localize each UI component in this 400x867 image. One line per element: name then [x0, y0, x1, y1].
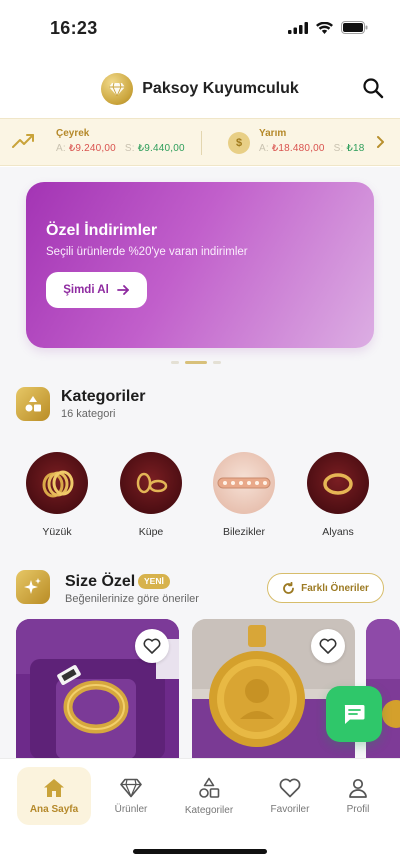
- new-badge: YENİ: [138, 574, 170, 589]
- ring-stack-icon: [42, 470, 74, 498]
- categories-section-icon: [16, 387, 50, 421]
- nav-label: Ana Sayfa: [29, 803, 79, 815]
- arrow-right-icon: [116, 285, 129, 295]
- chevron-right-icon[interactable]: [376, 135, 386, 149]
- shapes-icon: [199, 777, 220, 798]
- category-label: Alyans: [322, 526, 354, 538]
- user-icon: [349, 778, 367, 798]
- nav-categories[interactable]: Kategoriler: [172, 767, 246, 825]
- nav-label: Profil: [346, 803, 370, 815]
- category-image: [26, 452, 88, 514]
- search-icon: [363, 78, 384, 99]
- ticker-prices: A: ₺18.480,00 S: ₺18: [259, 143, 365, 154]
- favorite-button[interactable]: [311, 629, 345, 663]
- other-suggestions-label: Farklı Öneriler: [301, 582, 369, 594]
- sell-price: ₺18: [346, 143, 365, 154]
- banner-subtitle: Seçili ürünlerde %20'ye varan indirimler: [46, 246, 248, 258]
- ticker-name: Yarım: [259, 128, 287, 139]
- carousel-indicator: [171, 361, 221, 364]
- category-label: Yüzük: [42, 526, 72, 538]
- sell-label: S:: [124, 143, 135, 154]
- category-label: Bilezikler: [222, 526, 265, 538]
- banner-title: Özel İndirimler: [46, 222, 158, 239]
- heart-icon: [279, 778, 301, 797]
- product-card[interactable]: [16, 619, 179, 759]
- sell-price: ₺9.440,00: [137, 143, 185, 154]
- earring-icon: [136, 472, 168, 494]
- category-image: [307, 452, 369, 514]
- home-icon: [44, 778, 64, 797]
- diamond-logo-icon: [109, 82, 126, 96]
- carousel-dot-active[interactable]: [185, 361, 207, 364]
- nav-profile[interactable]: Profil: [321, 767, 395, 825]
- promo-banner[interactable]: Özel İndirimler Seçili ürünlerde %20'ye …: [26, 182, 374, 348]
- nav-home[interactable]: Ana Sayfa: [17, 767, 91, 825]
- shop-now-button[interactable]: Şimdi Al: [46, 272, 147, 308]
- recommendations-title: Size Özel: [65, 573, 136, 590]
- nav-label: Favoriler: [270, 803, 310, 815]
- refresh-icon: [283, 581, 294, 594]
- ticker-name: Çeyrek: [56, 128, 90, 139]
- brand-name: Paksoy Kuyumculuk: [142, 80, 299, 97]
- categories-title: Kategoriler: [61, 388, 146, 405]
- category-item-yuzuk[interactable]: Yüzük: [17, 452, 97, 538]
- ticker-divider: [201, 131, 202, 155]
- carousel-dot[interactable]: [213, 361, 221, 364]
- heart-icon: [319, 638, 337, 654]
- category-image: [213, 452, 275, 514]
- category-item-kupe[interactable]: Küpe: [111, 452, 191, 538]
- coin-icon: $: [228, 132, 250, 154]
- category-label: Küpe: [138, 526, 164, 538]
- cellular-signal-icon: [288, 21, 308, 34]
- status-time: 16:23: [50, 18, 98, 38]
- categories-count: 16 kategori: [61, 408, 116, 420]
- heart-icon: [143, 638, 161, 654]
- app-header: Paksoy Kuyumculuk: [0, 62, 400, 116]
- battery-icon: [341, 21, 368, 34]
- recommendations-subtitle: Beğenilerinize göre öneriler: [65, 593, 199, 605]
- ticker-prices: A: ₺9.240,00 S: ₺9.440,00: [56, 143, 185, 154]
- category-image: [120, 452, 182, 514]
- trending-up-icon: [12, 134, 34, 148]
- buy-label: A:: [56, 143, 66, 154]
- nav-label: Ürünler: [114, 803, 148, 815]
- nav-label: Kategoriler: [184, 804, 234, 816]
- search-button[interactable]: [362, 77, 386, 101]
- ticker-item-yarim: Yarım A: ₺18.480,00 S: ₺18: [259, 128, 365, 154]
- buy-label: A:: [259, 143, 269, 154]
- chat-icon: [344, 705, 365, 724]
- sell-label: S:: [333, 143, 344, 154]
- status-icons: [288, 21, 368, 34]
- nav-favorites[interactable]: Favoriler: [253, 767, 327, 825]
- category-item-bilezikler[interactable]: Bilezikler: [204, 452, 284, 538]
- shapes-icon: [25, 396, 41, 412]
- chat-button[interactable]: [326, 686, 382, 742]
- other-suggestions-button[interactable]: Farklı Öneriler: [267, 573, 384, 603]
- bracelet-icon: [217, 477, 271, 489]
- ticker-item-ceyrek: Çeyrek A: ₺9.240,00 S: ₺9.440,00: [56, 128, 185, 154]
- brand-logo: [101, 73, 134, 105]
- wedding-ring-icon: [323, 473, 353, 495]
- wifi-icon: [316, 21, 333, 34]
- favorite-button[interactable]: [135, 629, 169, 663]
- shop-now-label: Şimdi Al: [63, 284, 109, 296]
- brand[interactable]: Paksoy Kuyumculuk: [101, 73, 299, 105]
- price-ticker[interactable]: Çeyrek A: ₺9.240,00 S: ₺9.440,00 $ Yarım…: [0, 118, 400, 166]
- category-item-alyans[interactable]: Alyans: [298, 452, 378, 538]
- status-bar: 16:23: [0, 0, 400, 58]
- buy-price: ₺18.480,00: [271, 143, 325, 154]
- sparkles-icon: [24, 578, 41, 594]
- recommendations-section-icon: [16, 570, 50, 604]
- nav-products[interactable]: Ürünler: [94, 767, 168, 825]
- diamond-icon: [120, 778, 142, 797]
- buy-price: ₺9.240,00: [68, 143, 116, 154]
- home-indicator: [133, 849, 267, 854]
- carousel-dot[interactable]: [171, 361, 179, 364]
